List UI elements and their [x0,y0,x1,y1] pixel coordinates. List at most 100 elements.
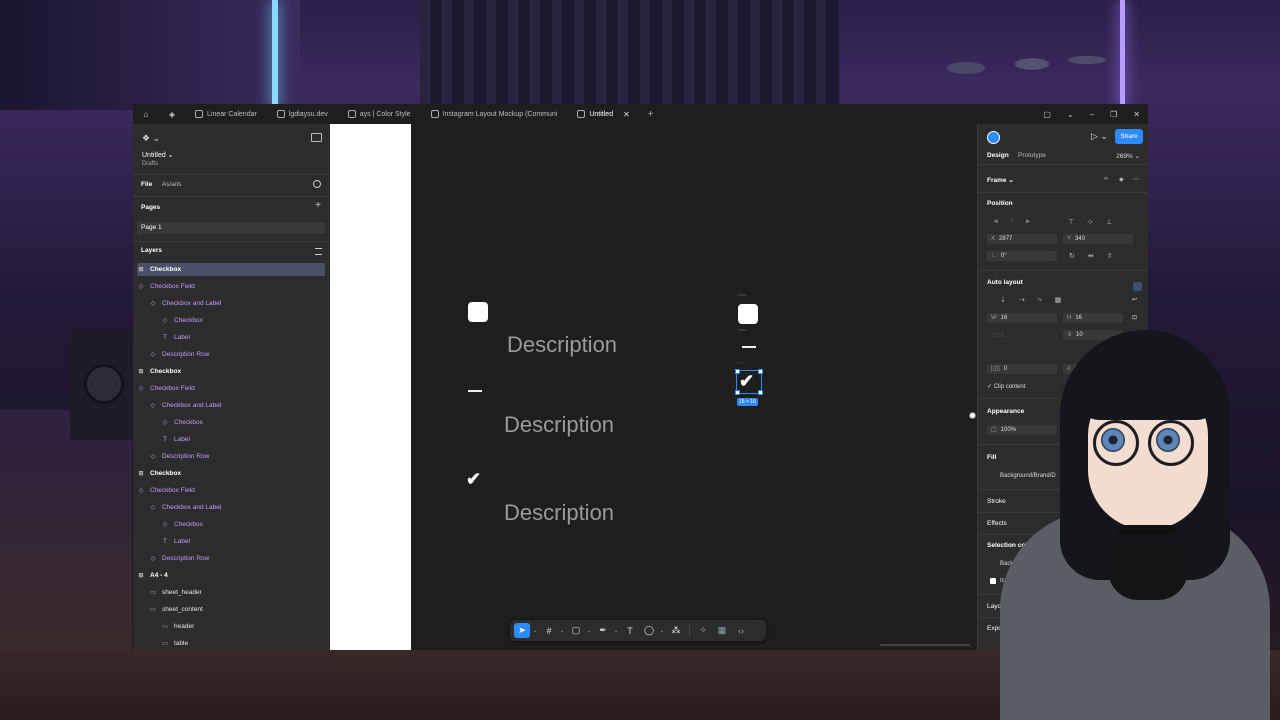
tab-untitled[interactable]: Untitled ✕ [567,104,639,124]
chevron-down-icon[interactable]: ⌄ [533,628,538,634]
layer-item[interactable]: ◇ Checkbox Field [137,484,325,497]
checkbox-unchecked[interactable] [468,302,488,322]
alignment-grid[interactable]: ⁝ ⁝ ⁝ [994,332,1003,339]
minimize-icon[interactable]: – [1090,110,1094,119]
page-item-1[interactable]: Page 1 [137,222,325,234]
layer-item[interactable]: ◇ Checkbox [137,518,349,531]
check-icon[interactable]: ✔ [466,470,481,488]
rectangle-tool-icon[interactable]: ▢ [568,623,584,638]
chevron-down-icon[interactable]: ⌄ [560,628,565,634]
tab-design[interactable]: Design [987,152,1009,159]
layer-item[interactable]: ◇ Description Row [137,348,337,361]
effects-title[interactable]: Effects [987,520,1007,527]
community-icon[interactable]: ◈ [159,110,185,119]
layer-item[interactable]: ◇ Checkbox and Label [137,399,337,412]
checkbox-indeterminate[interactable] [468,390,482,392]
selection-color-item[interactable]: Back [1000,561,1013,567]
grid-icon[interactable]: ▦ [1055,296,1062,304]
layers-options-icon[interactable] [315,248,322,255]
rotation-field[interactable]: ∟ 0° [987,251,1057,261]
layer-item[interactable]: ⊞ Checkbox [137,365,325,378]
file-location[interactable]: Drafts [142,161,158,167]
color-swatch[interactable] [990,578,996,584]
resize-handle[interactable] [758,390,763,395]
component-checkbox-unchecked[interactable] [738,304,758,324]
align-right-icon[interactable]: ⫸ [1026,218,1030,226]
notifications-icon[interactable]: ▢ [1043,110,1051,119]
tab-prototype[interactable]: Prototype [1018,152,1046,159]
zoom-level[interactable]: 269% ⌄ [1116,152,1140,160]
flip-vertical-icon[interactable]: ⇳ [1107,252,1113,260]
close-window-icon[interactable]: ✕ [1133,110,1140,119]
direction-horizontal-icon[interactable]: ⇢ [1019,296,1025,304]
flip-horizontal-icon[interactable]: ⇹ [1088,252,1094,260]
rotate-icon[interactable]: ↻ [1069,252,1075,260]
chevron-down-icon[interactable]: ⌄ [1067,110,1074,119]
layer-item[interactable]: ◇ Checkbox and Label [137,501,337,514]
padding-vertical-field[interactable]: ≡ 0 [1063,364,1123,374]
layer-item[interactable]: T Label [137,535,349,548]
component-check-icon[interactable]: ✔ [739,372,754,390]
tab-file[interactable]: File [141,181,152,188]
comment-tool-icon[interactable]: ◯ [641,623,657,638]
add-page-icon[interactable]: + [315,200,321,211]
home-icon[interactable]: ⌂ [133,110,159,119]
layer-item[interactable]: ▭ sheet_content [137,603,337,616]
y-field[interactable]: Y 340 [1063,234,1133,244]
layer-item[interactable]: ⊞ A4 - 4 [137,569,325,582]
layer-item[interactable]: ⊞ Checkbox [137,467,325,480]
new-tab-icon[interactable]: + [640,109,662,120]
width-field[interactable]: W 16 [987,313,1057,323]
align-left-icon[interactable]: ⫷ [994,218,998,226]
chevron-down-icon[interactable]: ⌄ [614,628,619,634]
close-tab-icon[interactable]: ✕ [623,110,630,119]
x-field[interactable]: X 2877 [987,234,1057,244]
layer-item[interactable]: T Label [137,433,349,446]
actions-icon[interactable]: ⁂ [668,623,684,638]
layer-item[interactable]: ▭ header [137,620,349,633]
layer-item[interactable]: ◇ Checkbox Field [137,382,325,395]
layer-item[interactable]: ◇ Checkbox [137,416,349,429]
clip-content-checkbox[interactable]: ✓ Clip content [987,383,1025,390]
direction-vertical-icon[interactable]: ⇣ [1000,296,1006,304]
search-icon[interactable] [313,180,321,188]
layout-guide-title[interactable]: Layout guide [987,603,1024,610]
layer-item[interactable]: T Label [137,331,349,344]
resize-handle[interactable] [758,369,763,374]
share-button[interactable]: Share [1115,129,1143,144]
height-field[interactable]: H 16 [1063,313,1123,323]
move-tool-icon[interactable]: ➤ [514,623,530,638]
auto-layout-toggle[interactable] [1133,282,1142,291]
layer-item[interactable]: ▭ sheet_header [137,586,337,599]
component-icon[interactable]: ◈ [1119,176,1124,183]
maximize-icon[interactable]: ❐ [1110,110,1117,119]
wrap-icon[interactable]: ⤷ [1038,296,1042,304]
chevron-down-icon[interactable]: ⌄ [660,628,665,634]
align-middle-icon[interactable]: ⊹ [1087,218,1093,226]
align-top-icon[interactable]: ⊤ [1068,218,1074,226]
layer-item[interactable]: ◇ Checkbox and Label [137,297,337,310]
pen-tool-icon[interactable]: ✒ [595,623,611,638]
resizing-icon[interactable]: ↩ [1132,296,1137,303]
toggle-sidebar-icon[interactable] [311,133,322,142]
horizontal-scrollbar[interactable] [880,644,970,646]
code-icon[interactable]: ‹› [1104,176,1108,182]
present-icon[interactable]: ▷ ⌄ [1091,131,1108,142]
component-checkbox-indeterminate[interactable] [742,346,756,348]
file-name[interactable]: Untitled ⌄ [142,151,174,159]
layer-item[interactable]: ◇ Description Row [137,450,337,463]
align-bottom-icon[interactable]: ⊥ [1106,218,1112,226]
frame-tool-icon[interactable]: # [541,623,557,638]
layer-item[interactable]: ◇ Description Row [137,552,337,565]
tab-lgdiaysu[interactable]: lgdiaysu.dev [267,104,338,124]
stroke-title[interactable]: Stroke [987,498,1006,505]
more-icon[interactable]: ⋯ [1133,176,1139,183]
tab-assets[interactable]: Assets [162,181,182,188]
align-center-icon[interactable]: ⫶ [1011,218,1013,226]
tab-instagram-mockup[interactable]: Instagram Layout Mockup (Communi [421,104,568,124]
export-title[interactable]: Export [987,625,1006,632]
chevron-down-icon[interactable]: ⌄ [587,628,592,634]
figma-menu-icon[interactable]: ❖ ⌄ [142,133,160,144]
canvas[interactable]: Description Description ✔ Description Ch… [330,124,977,650]
frame-title[interactable]: Frame ⌄ [987,176,1014,184]
